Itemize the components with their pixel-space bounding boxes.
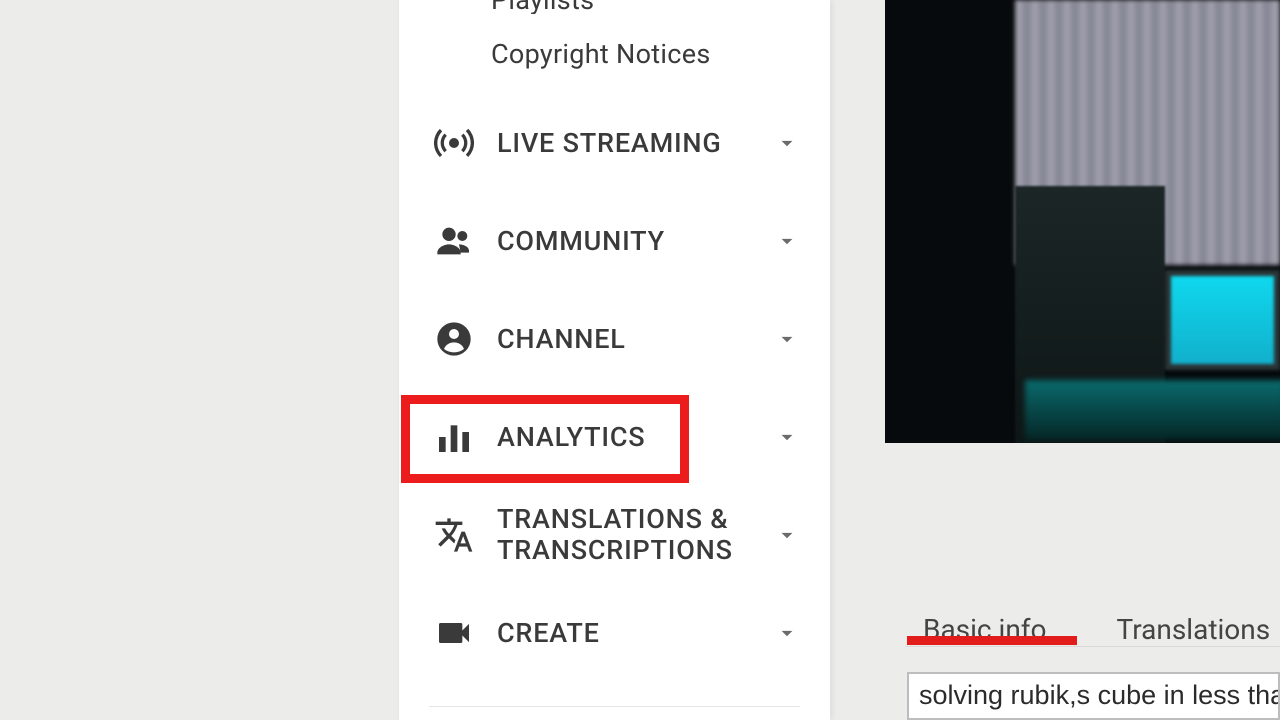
- content-area: Basic info Translations: [885, 0, 1280, 720]
- sidebar-item-community[interactable]: COMMUNITY: [399, 192, 830, 290]
- thumb-bg-floor: [1025, 380, 1280, 440]
- chevron-down-icon: [774, 522, 800, 548]
- chevron-down-icon: [774, 326, 800, 352]
- community-icon: [433, 220, 475, 262]
- sidebar-item-label: TRANSLATIONS & TRANSCRIPTIONS: [497, 504, 774, 566]
- sidebar-item-label: LIVE STREAMING: [497, 128, 774, 159]
- sidebar-nav: Playlists Copyright Notices LIVE STREAMI…: [399, 0, 830, 720]
- chevron-down-icon: [774, 620, 800, 646]
- video-manager-sub-items: Playlists Copyright Notices: [399, 0, 830, 70]
- chevron-down-icon: [774, 228, 800, 254]
- sidebar-item-label: ANALYTICS: [497, 422, 774, 453]
- live-streaming-icon: [433, 122, 475, 164]
- tab-label: Translations: [1117, 613, 1271, 646]
- chevron-down-icon: [774, 424, 800, 450]
- channel-icon: [433, 318, 475, 360]
- create-icon: [433, 612, 475, 654]
- sidebar-item-label: COMMUNITY: [497, 226, 774, 257]
- sidebar-sub-item-label: Playlists: [491, 0, 594, 14]
- tab-translations[interactable]: Translations: [1117, 613, 1271, 646]
- sidebar-sub-item-label: Copyright Notices: [491, 38, 711, 70]
- sidebar-item-label: CHANNEL: [497, 324, 774, 355]
- sidebar-sub-item-copyright[interactable]: Copyright Notices: [399, 38, 830, 70]
- sidebar-item-analytics[interactable]: ANALYTICS: [399, 388, 830, 486]
- thumb-bg-screen: [1165, 270, 1280, 370]
- chevron-down-icon: [774, 130, 800, 156]
- sidebar-sub-item-playlists[interactable]: Playlists: [399, 0, 830, 14]
- sidebar-item-channel[interactable]: CHANNEL: [399, 290, 830, 388]
- active-tab-underline: [907, 636, 1077, 645]
- analytics-icon: [433, 416, 475, 458]
- video-thumbnail[interactable]: [885, 0, 1280, 443]
- video-title-field-wrap: [907, 672, 1280, 720]
- sidebar-item-live-streaming[interactable]: LIVE STREAMING: [399, 94, 830, 192]
- video-title-input[interactable]: [919, 680, 1280, 711]
- translate-icon: [433, 514, 475, 556]
- sidebar-item-create[interactable]: CREATE: [399, 584, 830, 682]
- sidebar-item-translations[interactable]: TRANSLATIONS & TRANSCRIPTIONS: [399, 486, 830, 584]
- sidebar-item-label: CREATE: [497, 618, 774, 649]
- sidebar-divider: [429, 706, 800, 707]
